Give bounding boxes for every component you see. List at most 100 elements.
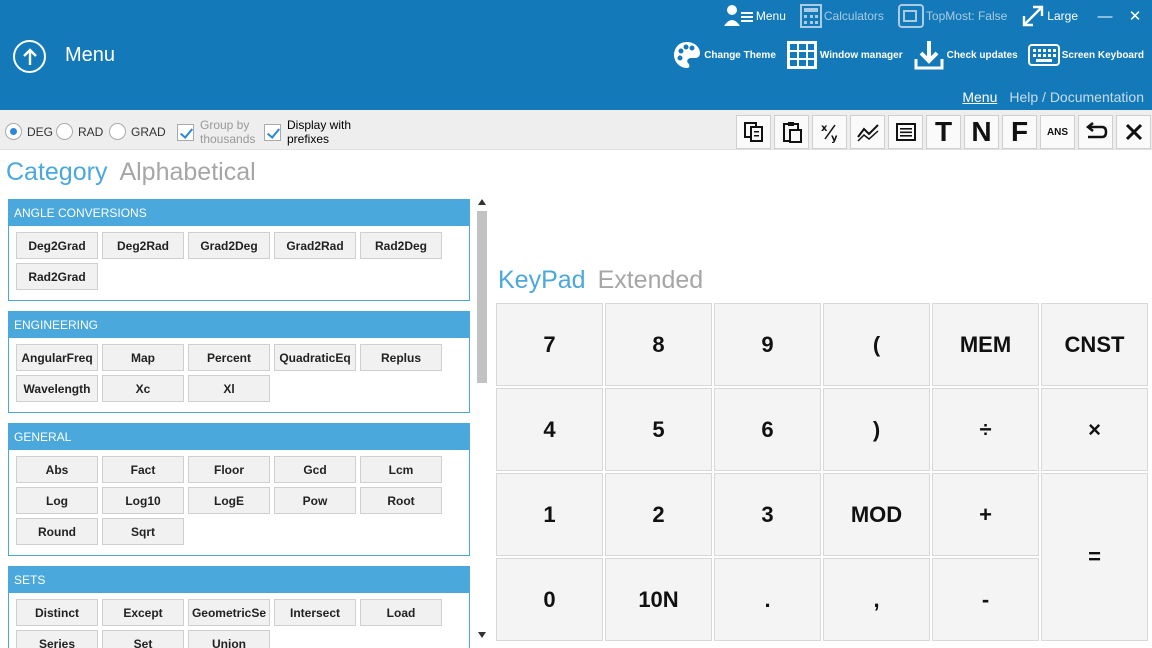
function-button[interactable]: Xl xyxy=(188,375,270,402)
key-decimal[interactable]: . xyxy=(714,558,821,641)
undo-button[interactable] xyxy=(1078,115,1113,149)
tab-alphabetical[interactable]: Alphabetical xyxy=(119,158,255,187)
function-button[interactable]: GeometricSe xyxy=(188,599,270,626)
key-10n[interactable]: 10N xyxy=(605,558,712,641)
function-button[interactable]: Floor xyxy=(188,456,270,483)
help-documentation-link[interactable]: Help / Documentation xyxy=(1009,89,1144,105)
header-links: Menu Help / Documentation xyxy=(962,89,1144,105)
topmost-label: TopMost: False xyxy=(925,9,1008,23)
function-button[interactable]: Map xyxy=(102,344,184,371)
tab-keypad[interactable]: KeyPad xyxy=(498,266,586,295)
function-button[interactable]: LogE xyxy=(188,487,270,514)
key-4[interactable]: 4 xyxy=(496,388,603,471)
function-button[interactable]: Lcm xyxy=(360,456,442,483)
function-button[interactable]: Rad2Grad xyxy=(16,263,98,290)
scroll-thumb[interactable] xyxy=(477,211,487,383)
function-button[interactable]: Pow xyxy=(274,487,356,514)
function-button[interactable]: Fact xyxy=(102,456,184,483)
ans-button[interactable]: ANS xyxy=(1040,115,1075,149)
key-right-paren[interactable]: ) xyxy=(823,388,930,471)
function-button[interactable]: Set xyxy=(102,630,184,648)
size-toggle[interactable]: Large xyxy=(1021,4,1078,28)
grid-icon xyxy=(786,41,817,69)
key-8[interactable]: 8 xyxy=(605,303,712,386)
graph-button[interactable] xyxy=(850,115,885,149)
screen-keyboard-button[interactable]: Screen Keyboard xyxy=(1027,44,1144,66)
group-by-thousands-checkbox[interactable]: Group by thousands xyxy=(177,118,255,146)
function-button[interactable]: Gcd xyxy=(274,456,356,483)
f-button[interactable]: F xyxy=(1002,115,1037,149)
deg-radio[interactable]: DEG xyxy=(5,123,53,140)
rad-radio[interactable]: RAD xyxy=(56,123,103,140)
key-7[interactable]: 7 xyxy=(496,303,603,386)
key-5[interactable]: 5 xyxy=(605,388,712,471)
key-mem[interactable]: MEM xyxy=(932,303,1039,386)
function-button[interactable]: Abs xyxy=(16,456,98,483)
paste-button[interactable] xyxy=(774,115,809,149)
function-category-list: ANGLE CONVERSIONS Deg2Grad Deg2Rad Grad2… xyxy=(8,199,470,648)
function-button[interactable]: Log10 xyxy=(102,487,184,514)
key-cnst[interactable]: CNST xyxy=(1041,303,1148,386)
function-button[interactable]: Except xyxy=(102,599,184,626)
xy-swap-button[interactable]: xy xyxy=(812,115,847,149)
function-button[interactable]: Rad2Deg xyxy=(360,232,442,259)
n-button[interactable]: N xyxy=(964,115,999,149)
key-2[interactable]: 2 xyxy=(605,473,712,556)
function-button[interactable]: Deg2Grad xyxy=(16,232,98,259)
function-button[interactable]: Intersect xyxy=(274,599,356,626)
clear-button[interactable] xyxy=(1116,115,1151,149)
function-button[interactable]: Series xyxy=(16,630,98,648)
notes-button[interactable] xyxy=(888,115,923,149)
function-button[interactable]: Xc xyxy=(102,375,184,402)
grad-radio[interactable]: GRAD xyxy=(109,123,166,140)
function-button[interactable]: Deg2Rad xyxy=(102,232,184,259)
function-button[interactable]: Union xyxy=(188,630,270,648)
function-button[interactable]: Grad2Rad xyxy=(274,232,356,259)
display-prefixes-checkbox[interactable]: Display with prefixes xyxy=(264,118,351,146)
t-button[interactable]: T xyxy=(926,115,961,149)
key-6[interactable]: 6 xyxy=(714,388,821,471)
function-button[interactable]: QuadraticEq xyxy=(274,344,356,371)
key-0[interactable]: 0 xyxy=(496,558,603,641)
function-button[interactable]: AngularFreq xyxy=(16,344,98,371)
key-minus[interactable]: - xyxy=(932,558,1039,641)
function-button[interactable]: Sqrt xyxy=(102,518,184,545)
check-updates-button[interactable]: Check updates xyxy=(913,39,1018,71)
function-button[interactable]: Wavelength xyxy=(16,375,98,402)
function-button[interactable]: Grad2Deg xyxy=(188,232,270,259)
scroll-down-arrow-icon[interactable] xyxy=(478,632,486,638)
function-button[interactable]: Distinct xyxy=(16,599,98,626)
key-comma[interactable]: , xyxy=(823,558,930,641)
menu-button[interactable]: Menu xyxy=(723,4,786,28)
key-mod[interactable]: MOD xyxy=(823,473,930,556)
function-button[interactable]: Round xyxy=(16,518,98,545)
change-theme-button[interactable]: Change Theme xyxy=(672,40,776,70)
window-manager-button[interactable]: Window manager xyxy=(786,40,903,70)
key-plus[interactable]: + xyxy=(932,473,1039,556)
close-window-button[interactable]: ✕ xyxy=(1122,7,1148,25)
menu-link[interactable]: Menu xyxy=(962,89,997,105)
key-equals[interactable]: = xyxy=(1041,473,1148,641)
scroll-up-arrow-icon[interactable] xyxy=(478,199,486,205)
topmost-toggle[interactable]: TopMost: False xyxy=(897,4,1008,28)
key-9[interactable]: 9 xyxy=(714,303,821,386)
key-1[interactable]: 1 xyxy=(496,473,603,556)
tab-category[interactable]: Category xyxy=(6,158,107,187)
menu-button-label: Menu xyxy=(755,9,786,23)
category-scrollbar[interactable] xyxy=(476,199,488,648)
key-left-paren[interactable]: ( xyxy=(823,303,930,386)
user-menu-icon xyxy=(723,5,753,26)
key-divide[interactable]: ÷ xyxy=(932,388,1039,471)
function-button[interactable]: Log xyxy=(16,487,98,514)
function-button[interactable]: Percent xyxy=(188,344,270,371)
minimize-button[interactable]: — xyxy=(1092,8,1118,25)
key-multiply[interactable]: × xyxy=(1041,388,1148,471)
tab-extended[interactable]: Extended xyxy=(598,266,704,295)
copy-button[interactable] xyxy=(736,115,771,149)
function-button[interactable]: Replus xyxy=(360,344,442,371)
function-button[interactable]: Load xyxy=(360,599,442,626)
back-button[interactable] xyxy=(13,40,46,73)
key-3[interactable]: 3 xyxy=(714,473,821,556)
function-button[interactable]: Root xyxy=(360,487,442,514)
calculators-button[interactable]: Calculators xyxy=(799,4,884,28)
